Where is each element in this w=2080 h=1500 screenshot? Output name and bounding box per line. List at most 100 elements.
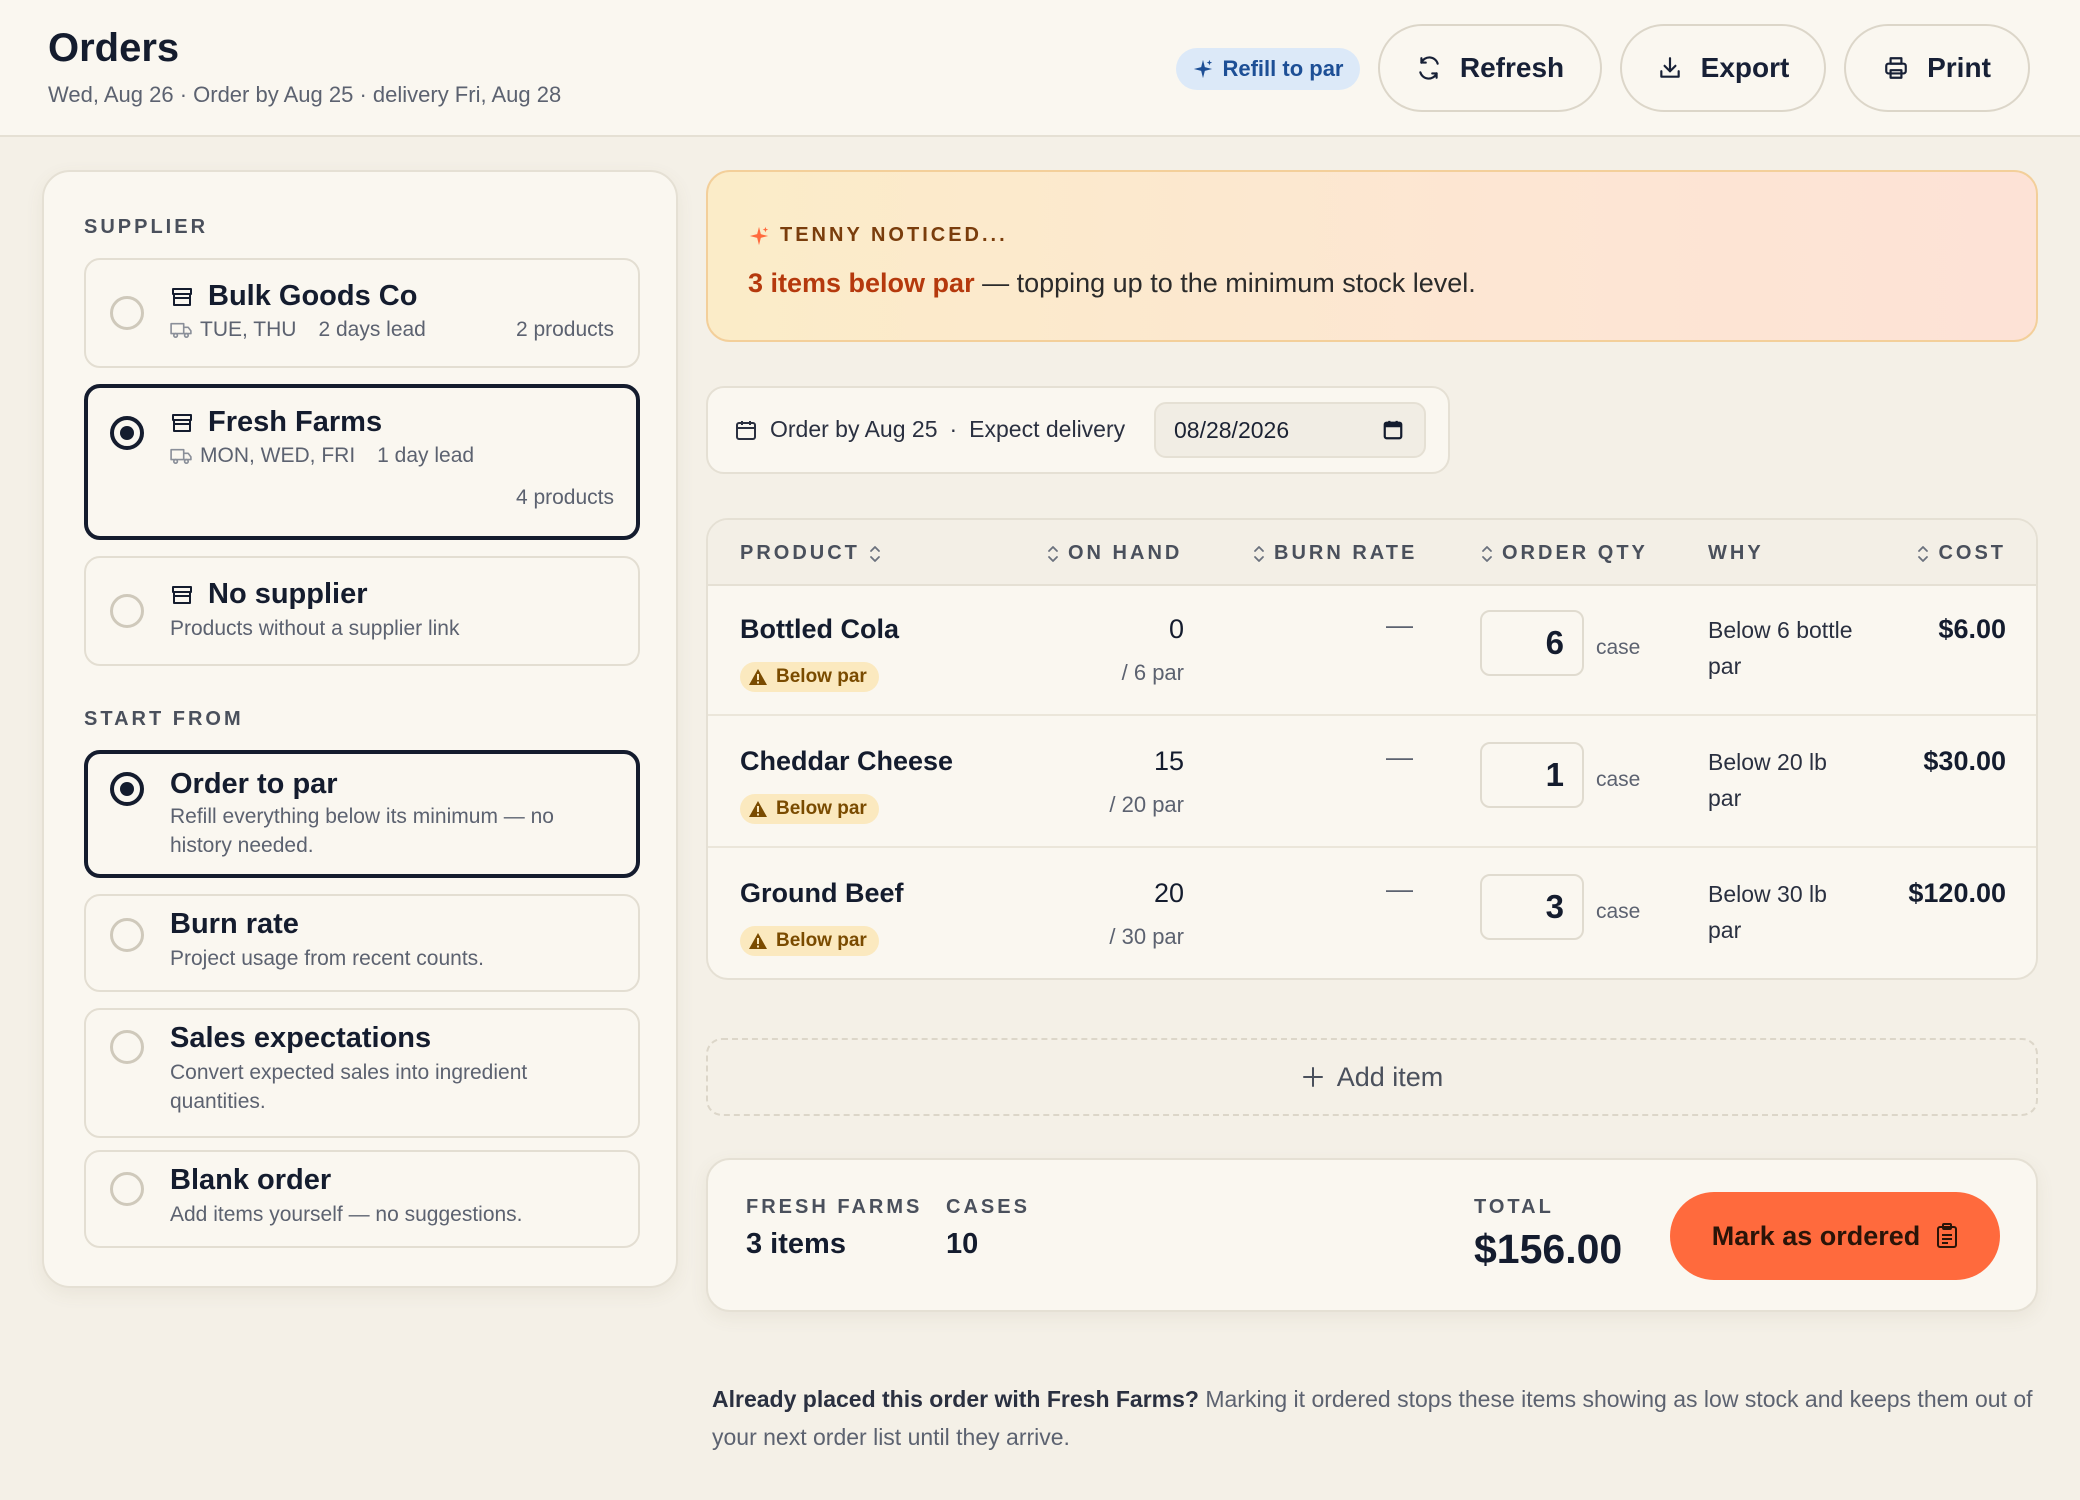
par-value: / 6 par xyxy=(1121,660,1184,685)
supplier-title: Bulk Goods Co xyxy=(170,280,417,313)
calendar-picker-icon[interactable] xyxy=(1382,419,1404,441)
supplier-option-fresh-farms[interactable]: Fresh Farms MON, WED, FRI 1 day lead 4 p… xyxy=(84,384,640,540)
order-qty-input[interactable]: 1 xyxy=(1480,742,1584,808)
date-bar-text: Order by Aug 25 · Expect delivery xyxy=(734,416,1125,443)
below-par-badge: Below par xyxy=(740,794,879,824)
supplier-option-no-supplier[interactable]: No supplier Products without a supplier … xyxy=(84,556,640,666)
sparkle-icon xyxy=(1192,58,1214,80)
supplier-meta: MON, WED, FRI 1 day lead xyxy=(170,444,474,468)
start-option-burn-rate[interactable]: Burn rate Project usage from recent coun… xyxy=(84,894,640,992)
column-label: WHY xyxy=(1708,542,1764,564)
supplier-lead: 1 day lead xyxy=(377,444,475,467)
supplier-name: Fresh Farms xyxy=(208,406,383,438)
column-label: BURN RATE xyxy=(1274,542,1418,564)
notice-message: 3 items below par — topping up to the mi… xyxy=(748,268,1476,299)
start-option-title: Sales expectations xyxy=(170,1022,432,1054)
sparkle-icon xyxy=(748,225,770,247)
start-option-title: Blank order xyxy=(170,1164,332,1196)
below-par-badge: Below par xyxy=(740,926,879,956)
truck-icon xyxy=(170,447,192,465)
supplier-option-bulk-goods[interactable]: Bulk Goods Co TUE, THU 2 days lead 2 pro… xyxy=(84,258,640,368)
summary-supplier-label: FRESH FARMS xyxy=(746,1196,923,1218)
top-bar: Orders Wed, Aug 26 · Order by Aug 25 · d… xyxy=(0,0,2080,137)
on-hand-value: 15 xyxy=(1153,746,1184,776)
on-hand-value: 20 xyxy=(1153,878,1184,908)
delivery-date-input[interactable]: 08/28/2026 xyxy=(1154,402,1426,458)
supplier-meta: TUE, THU 2 days lead xyxy=(170,318,426,342)
add-item-label: Add item xyxy=(1336,1061,1444,1092)
radio-button[interactable] xyxy=(110,594,144,628)
start-option-order-to-par[interactable]: Order to par Refill everything below its… xyxy=(84,750,640,878)
store-icon xyxy=(170,285,194,309)
column-header-product[interactable]: PRODUCT xyxy=(740,542,882,565)
below-par-badge: Below par xyxy=(740,662,879,692)
table-row: Bottled Cola Below par 0 / 6 par — 6 cas… xyxy=(708,586,2036,716)
summary-total-label: TOTAL xyxy=(1474,1196,1554,1218)
unit-label: case xyxy=(1596,636,1641,659)
supplier-title: Fresh Farms xyxy=(170,406,382,439)
supplier-section-label: SUPPLIER xyxy=(84,216,209,238)
delivery-date-value: 08/28/2026 xyxy=(1174,416,1290,443)
radio-button[interactable] xyxy=(110,1030,144,1064)
export-label: Export xyxy=(1700,52,1790,83)
refill-to-par-pill[interactable]: Refill to par xyxy=(1176,48,1360,90)
burn-rate-value: — xyxy=(1386,610,1413,640)
badge-label: Below par xyxy=(776,930,867,951)
start-option-description: Add items yourself — no suggestions. xyxy=(170,1203,523,1226)
page-title: Orders xyxy=(48,26,180,70)
column-header-order-qty[interactable]: ORDER QTY xyxy=(1480,542,1648,565)
refill-to-par-label: Refill to par xyxy=(1222,56,1344,81)
sort-icon xyxy=(1046,543,1060,565)
download-icon xyxy=(1657,55,1683,81)
warning-icon xyxy=(748,800,768,818)
warning-icon xyxy=(748,668,768,686)
badge-label: Below par xyxy=(776,666,867,687)
delivery-date-bar: Order by Aug 25 · Expect delivery 08/28/… xyxy=(706,386,1450,474)
column-header-burn-rate[interactable]: BURN RATE xyxy=(1252,542,1417,565)
refresh-label: Refresh xyxy=(1459,52,1565,83)
par-value: / 20 par xyxy=(1109,792,1184,817)
column-label: PRODUCT xyxy=(740,542,860,564)
cost-value: $30.00 xyxy=(1923,746,2006,776)
radio-button[interactable] xyxy=(110,416,144,450)
par-value: / 30 par xyxy=(1109,924,1184,949)
radio-button[interactable] xyxy=(110,772,144,806)
why-text: Below 20 lb par xyxy=(1708,749,1827,811)
mark-ordered-hint: Already placed this order with Fresh Far… xyxy=(712,1380,2042,1456)
column-header-on-hand[interactable]: ON HAND xyxy=(1046,542,1182,565)
sort-icon xyxy=(1480,543,1494,565)
notice-label-text: TENNY NOTICED... xyxy=(780,224,1008,246)
refresh-button[interactable]: Refresh xyxy=(1378,24,1602,112)
add-item-button[interactable]: Add item xyxy=(706,1038,2038,1116)
printer-icon xyxy=(1883,55,1909,81)
order-qty-input[interactable]: 6 xyxy=(1480,610,1584,676)
cost-value: $120.00 xyxy=(1908,878,2006,908)
burn-rate-value: — xyxy=(1386,742,1413,772)
order-qty-input[interactable]: 3 xyxy=(1480,874,1584,940)
warning-icon xyxy=(748,932,768,950)
export-button[interactable]: Export xyxy=(1620,24,1826,112)
plus-icon xyxy=(1301,1065,1325,1089)
table-row: Cheddar Cheese Below par 15 / 20 par — 1… xyxy=(708,718,2036,848)
clipboard-icon xyxy=(1936,1223,1958,1249)
radio-button[interactable] xyxy=(110,918,144,952)
mark-as-ordered-button[interactable]: Mark as ordered xyxy=(1670,1192,2000,1280)
product-name: Ground Beef xyxy=(740,878,904,908)
page-subtitle: Wed, Aug 26 · Order by Aug 25 · delivery… xyxy=(48,82,562,107)
hint-strong: Already placed this order with Fresh Far… xyxy=(712,1386,1199,1412)
store-icon xyxy=(170,583,194,607)
why-text: Below 30 lb par xyxy=(1708,881,1827,943)
print-button[interactable]: Print xyxy=(1844,24,2030,112)
column-header-cost[interactable]: COST xyxy=(1916,542,2006,565)
supplier-product-count: 4 products xyxy=(515,486,614,509)
start-option-blank-order[interactable]: Blank order Add items yourself — no sugg… xyxy=(84,1150,640,1248)
start-option-title: Order to par xyxy=(170,768,338,800)
on-hand-value: 0 xyxy=(1168,614,1184,644)
badge-label: Below par xyxy=(776,798,867,819)
summary-cases-label: CASES xyxy=(946,1196,1030,1218)
notice-rest: — topping up to the minimum stock level. xyxy=(974,268,1476,298)
radio-button[interactable] xyxy=(110,296,144,330)
radio-button[interactable] xyxy=(110,1172,144,1206)
supplier-title: No supplier xyxy=(170,578,368,611)
start-option-sales-expectations[interactable]: Sales expectations Convert expected sale… xyxy=(84,1008,640,1138)
